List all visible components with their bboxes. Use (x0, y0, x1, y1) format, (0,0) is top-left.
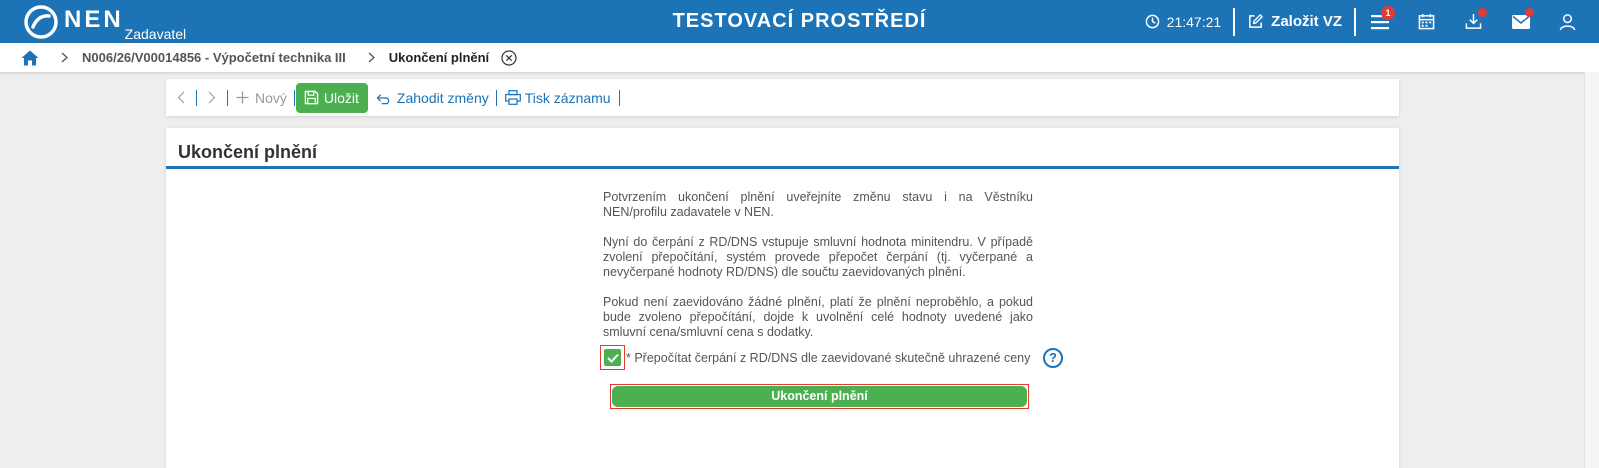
menu-button[interactable]: 1 (1356, 0, 1403, 43)
breadcrumb-current: Ukončení plnění (388, 50, 490, 65)
clock-time: 21:47:21 (1166, 13, 1222, 30)
checkbox-checked (604, 349, 621, 366)
calendar-icon (1418, 13, 1435, 30)
nen-logo[interactable]: NEN Zadavatel (24, 5, 187, 42)
close-tab-button[interactable] (501, 49, 517, 66)
home-link[interactable] (21, 50, 39, 66)
clock-icon (1145, 14, 1159, 29)
next-button[interactable] (208, 91, 216, 104)
new-button[interactable]: Nový (236, 90, 287, 106)
print-button[interactable]: Tisk záznamu (504, 89, 611, 106)
record-toolbar: Nový Uložit Zahodit změny Tisk záznamu (166, 79, 1399, 116)
recalculate-label: * Přepočítat čerpání z RD/DNS dle zaevid… (626, 350, 1031, 365)
save-button[interactable]: Uložit (295, 82, 368, 113)
plus-icon (236, 91, 249, 104)
messages-button[interactable] (1497, 0, 1544, 43)
completion-panel: Ukončení plnění Potvrzením ukončení plně… (166, 128, 1399, 468)
session-clock: 21:47:21 (1145, 13, 1222, 30)
nen-logo-icon (24, 5, 58, 39)
finish-performance-button[interactable]: Ukončení plnění (612, 386, 1027, 407)
save-icon (304, 90, 319, 105)
finish-button-outline: Ukončení plnění (610, 384, 1029, 409)
logo-text: NEN (64, 6, 124, 33)
panel-title-underline (166, 166, 1399, 169)
toolbar-divider (495, 89, 497, 106)
checkmark-icon (606, 353, 619, 363)
print-icon (504, 90, 521, 105)
new-label: Nový (255, 89, 287, 106)
chevron-right-icon (61, 52, 68, 63)
toolbar-divider (618, 89, 620, 106)
help-icon[interactable]: ? (1043, 348, 1063, 368)
info-paragraph: Pokud není zaevidováno žádné plnění, pla… (603, 295, 1033, 339)
downloads-badge (1478, 8, 1487, 17)
user-icon (1559, 13, 1576, 30)
toolbar-divider (196, 89, 197, 106)
toolbar-divider (227, 89, 228, 106)
messages-badge (1525, 8, 1534, 17)
create-vz-button[interactable]: Založit VZ (1235, 13, 1354, 30)
header-actions: 21:47:21 Založit VZ 1 (1145, 0, 1599, 43)
breadcrumb-item-contract[interactable]: N006/26/V00014856 - Výpočetní technika I… (82, 50, 346, 65)
downloads-button[interactable] (1450, 0, 1497, 43)
menu-badge: 1 (1381, 6, 1395, 20)
home-icon (21, 50, 39, 65)
info-text: Potvrzením ukončení plnění uveřejníte zm… (603, 190, 1033, 355)
page-scrollbar[interactable] (1584, 72, 1599, 468)
logo-subtitle: Zadavatel (124, 26, 187, 42)
info-paragraph: Nyní do čerpání z RD/DNS vstupuje smluvn… (603, 235, 1033, 279)
chevron-left-icon (177, 91, 185, 104)
top-header: NEN Zadavatel TESTOVACÍ PROSTŘEDÍ 21:47:… (0, 0, 1599, 43)
undo-icon (376, 93, 390, 104)
close-icon (501, 49, 517, 66)
panel-title: Ukončení plnění (178, 142, 318, 162)
calendar-button[interactable] (1403, 0, 1450, 43)
chevron-right-icon (208, 91, 216, 104)
chevron-right-icon (368, 52, 375, 63)
discard-changes-button[interactable]: Zahodit změny (376, 90, 489, 106)
discard-label: Zahodit změny (396, 89, 489, 106)
create-vz-label: Založit VZ (1271, 13, 1342, 30)
breadcrumb: N006/26/V00014856 - Výpočetní technika I… (0, 43, 1599, 72)
user-button[interactable] (1544, 0, 1591, 43)
recalculate-checkbox[interactable] (600, 345, 625, 370)
recalculate-option: * Přepočítat čerpání z RD/DNS dle zaevid… (600, 345, 1030, 370)
edit-icon (1249, 14, 1263, 28)
save-label: Uložit (323, 89, 359, 106)
print-label: Tisk záznamu (524, 89, 611, 106)
previous-button[interactable] (177, 91, 185, 104)
info-paragraph: Potvrzením ukončení plnění uveřejníte zm… (603, 190, 1033, 219)
toolbar-divider (293, 89, 295, 106)
